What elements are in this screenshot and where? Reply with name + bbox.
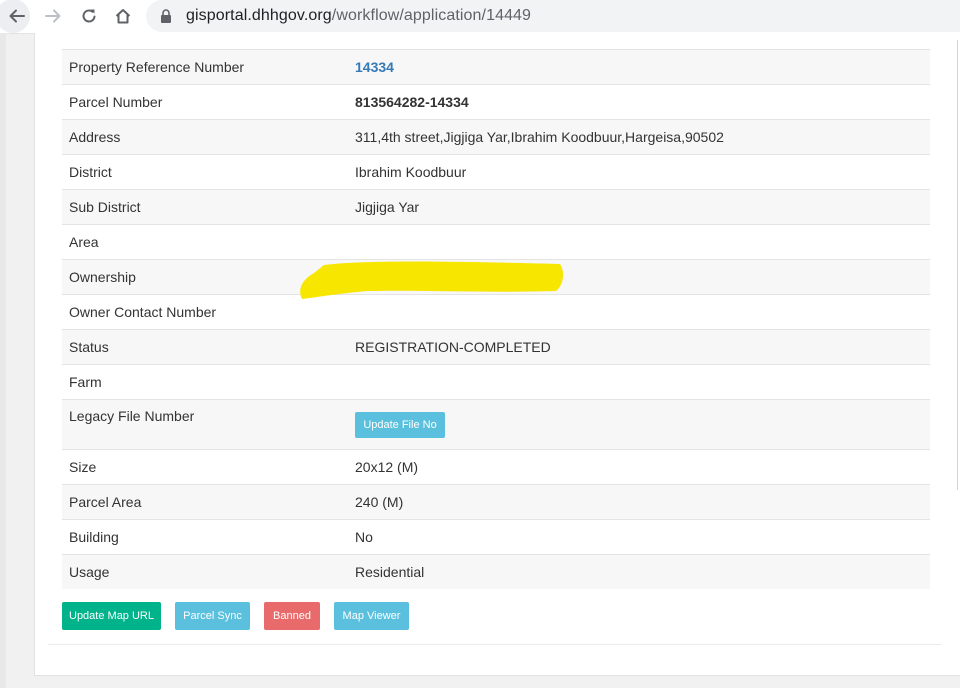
parcel-area-value: 240 (M) bbox=[348, 484, 930, 520]
row-label: Parcel Area bbox=[62, 484, 348, 520]
map-viewer-button[interactable]: Map Viewer bbox=[334, 602, 409, 630]
row-label: Area bbox=[62, 224, 348, 260]
redaction-highlight bbox=[300, 261, 564, 299]
update-map-url-button[interactable]: Update Map URL bbox=[62, 602, 161, 630]
row-label: Parcel Number bbox=[62, 84, 348, 120]
home-icon bbox=[115, 9, 131, 24]
table-row: Address 311,4th street,Jigjiga Yar,Ibrah… bbox=[62, 119, 930, 155]
url-host: gisportal.dhhgov.org bbox=[186, 7, 332, 24]
url-path: /workflow/application/14449 bbox=[331, 7, 532, 24]
table-row: Usage Residential bbox=[62, 554, 930, 589]
sub-district-value: Jigjiga Yar bbox=[348, 189, 930, 225]
page-gutter bbox=[0, 33, 6, 688]
address-value: 311,4th street,Jigjiga Yar,Ibrahim Koodb… bbox=[348, 119, 930, 155]
area-value bbox=[348, 224, 930, 260]
table-row: Parcel Area 240 (M) bbox=[62, 484, 930, 520]
status-value: REGISTRATION-COMPLETED bbox=[348, 329, 930, 365]
row-label: Building bbox=[62, 519, 348, 555]
arrow-left-icon bbox=[9, 9, 25, 23]
table-row: Area bbox=[62, 224, 930, 260]
browser-toolbar: gisportal.dhhgov.org/workflow/applicatio… bbox=[0, 0, 960, 34]
row-label: District bbox=[62, 154, 348, 190]
row-label: Legacy File Number bbox=[62, 399, 348, 450]
usage-value: Residential bbox=[348, 554, 930, 589]
property-reference-link[interactable]: 14334 bbox=[355, 59, 394, 75]
reload-button[interactable] bbox=[76, 4, 102, 28]
table-row: Status REGISTRATION-COMPLETED bbox=[62, 329, 930, 365]
farm-value bbox=[348, 364, 930, 400]
row-label: Property Reference Number bbox=[62, 49, 348, 85]
table-row: Size 20x12 (M) bbox=[62, 449, 930, 485]
table-row: Property Reference Number 14334 bbox=[62, 49, 930, 85]
table-row: Legacy File Number Update File No bbox=[62, 399, 930, 450]
reload-icon bbox=[82, 9, 96, 23]
table-row: Farm bbox=[62, 364, 930, 400]
back-button[interactable] bbox=[0, 0, 30, 33]
table-row: Parcel Number 813564282-14334 bbox=[62, 84, 930, 120]
home-button[interactable] bbox=[110, 4, 136, 28]
row-label: Address bbox=[62, 119, 348, 155]
table-row: Building No bbox=[62, 519, 930, 555]
row-label: Sub District bbox=[62, 189, 348, 225]
parcel-sync-button[interactable]: Parcel Sync bbox=[175, 602, 250, 630]
row-label: Farm bbox=[62, 364, 348, 400]
table-row: Sub District Jigjiga Yar bbox=[62, 189, 930, 225]
lock-icon bbox=[161, 9, 171, 23]
building-value: No bbox=[348, 519, 930, 555]
property-details-table: Property Reference Number 14334 Parcel N… bbox=[62, 49, 930, 589]
parcel-number-value: 813564282-14334 bbox=[355, 94, 469, 110]
district-value: Ibrahim Koodbuur bbox=[348, 154, 930, 190]
url-text: gisportal.dhhgov.org/workflow/applicatio… bbox=[186, 7, 531, 25]
table-row: District Ibrahim Koodbuur bbox=[62, 154, 930, 190]
arrow-right-icon bbox=[45, 9, 61, 23]
banned-button[interactable]: Banned bbox=[264, 602, 320, 630]
row-label: Usage bbox=[62, 554, 348, 589]
address-bar[interactable]: gisportal.dhhgov.org/workflow/applicatio… bbox=[146, 0, 960, 32]
size-value: 20x12 (M) bbox=[348, 449, 930, 485]
row-label: Size bbox=[62, 449, 348, 485]
forward-button[interactable] bbox=[40, 4, 66, 28]
row-label: Status bbox=[62, 329, 348, 365]
update-file-no-button[interactable]: Update File No bbox=[355, 411, 445, 438]
section-divider bbox=[48, 644, 942, 645]
